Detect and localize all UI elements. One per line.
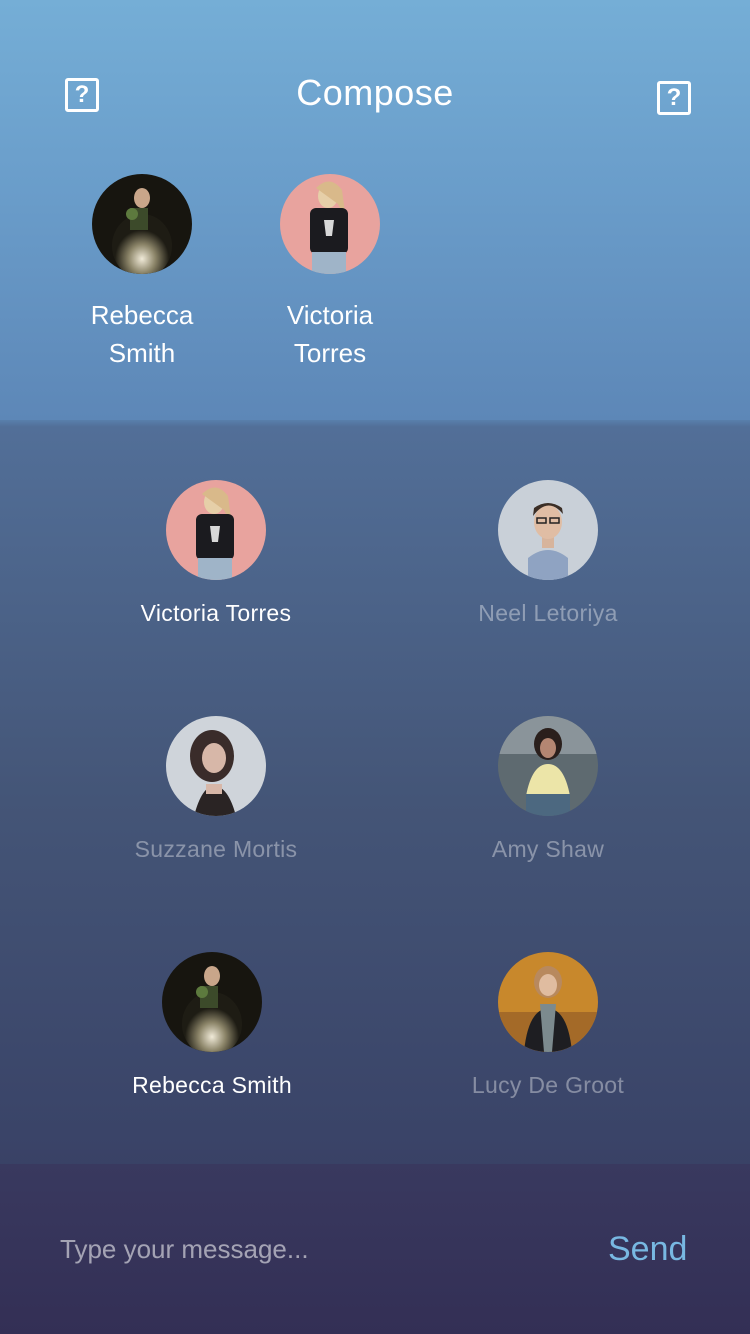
contact-amy-shaw[interactable]: Amy Shaw — [418, 716, 678, 863]
contact-victoria-torres[interactable]: Victoria Torres — [86, 480, 346, 627]
contact-rebecca-smith[interactable]: Rebecca Smith — [82, 952, 342, 1099]
contact-name: Amy Shaw — [491, 836, 605, 862]
avatar — [166, 480, 266, 580]
contact-name: Rebecca Smith — [132, 1072, 292, 1098]
recipient-name: Victoria Torres — [286, 300, 374, 368]
contact-lucy-de-groot[interactable]: Lucy De Groot — [418, 952, 678, 1099]
contact-suzzane-mortis[interactable]: Suzzane Mortis — [86, 716, 346, 863]
avatar — [162, 952, 262, 1052]
send-button[interactable]: Send — [590, 1224, 728, 1274]
avatar — [92, 174, 192, 274]
contact-name: Suzzane Mortis — [134, 836, 298, 862]
avatar — [280, 174, 380, 274]
contact-neel-letoriya[interactable]: Neel Letoriya — [418, 480, 678, 627]
avatar — [498, 716, 598, 816]
selected-recipient-rebecca-smith[interactable]: Rebecca Smith — [62, 174, 222, 372]
recipient-name: Rebecca Smith — [90, 300, 194, 368]
help-icon: ? — [666, 84, 682, 111]
selected-recipient-victoria-torres[interactable]: Victoria Torres — [250, 174, 410, 372]
avatar — [498, 952, 598, 1052]
avatar — [498, 480, 598, 580]
contact-name: Neel Letoriya — [478, 600, 618, 626]
contact-name: Victoria Torres — [140, 600, 292, 626]
page-title: Compose — [296, 72, 454, 113]
message-input[interactable] — [60, 1224, 540, 1274]
contact-name: Lucy De Groot — [471, 1072, 625, 1098]
message-composer: Send — [0, 1164, 750, 1334]
help-button-right[interactable]: ? — [657, 81, 691, 115]
avatar — [166, 716, 266, 816]
